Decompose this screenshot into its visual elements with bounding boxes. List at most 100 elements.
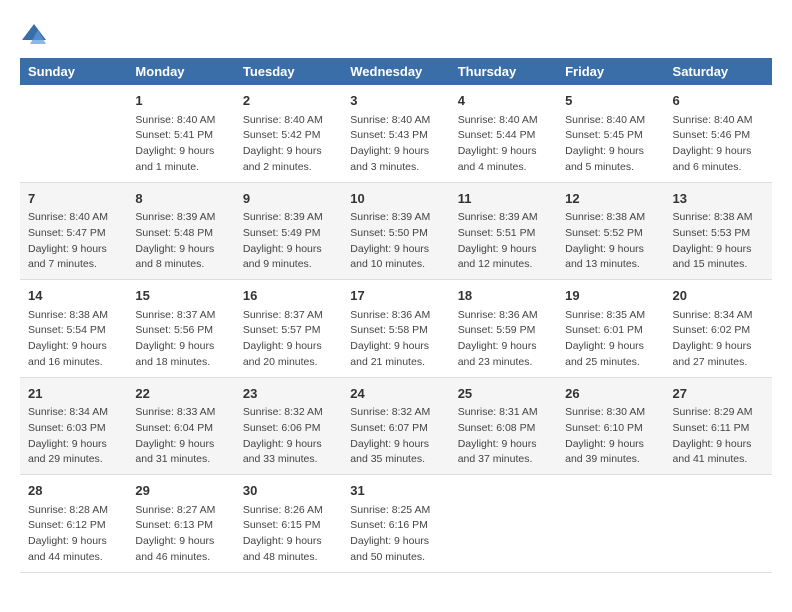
calendar-cell: 9Sunrise: 8:39 AM Sunset: 5:49 PM Daylig… (235, 182, 342, 280)
calendar-cell: 30Sunrise: 8:26 AM Sunset: 6:15 PM Dayli… (235, 475, 342, 573)
day-header-tuesday: Tuesday (235, 58, 342, 85)
calendar-cell: 28Sunrise: 8:28 AM Sunset: 6:12 PM Dayli… (20, 475, 127, 573)
calendar-cell: 11Sunrise: 8:39 AM Sunset: 5:51 PM Dayli… (450, 182, 557, 280)
cell-info: Sunrise: 8:39 AM Sunset: 5:49 PM Dayligh… (243, 210, 334, 273)
calendar-cell: 13Sunrise: 8:38 AM Sunset: 5:53 PM Dayli… (665, 182, 772, 280)
calendar-cell: 25Sunrise: 8:31 AM Sunset: 6:08 PM Dayli… (450, 377, 557, 475)
calendar-cell: 21Sunrise: 8:34 AM Sunset: 6:03 PM Dayli… (20, 377, 127, 475)
cell-info: Sunrise: 8:34 AM Sunset: 6:03 PM Dayligh… (28, 405, 119, 468)
calendar-header-row: SundayMondayTuesdayWednesdayThursdayFrid… (20, 58, 772, 85)
day-number: 4 (458, 91, 549, 111)
day-number: 6 (673, 91, 764, 111)
calendar-cell: 19Sunrise: 8:35 AM Sunset: 6:01 PM Dayli… (557, 280, 664, 378)
calendar-cell: 3Sunrise: 8:40 AM Sunset: 5:43 PM Daylig… (342, 85, 449, 182)
cell-info: Sunrise: 8:39 AM Sunset: 5:50 PM Dayligh… (350, 210, 441, 273)
day-number: 17 (350, 286, 441, 306)
calendar-cell (20, 85, 127, 182)
day-header-monday: Monday (127, 58, 234, 85)
calendar-cell: 22Sunrise: 8:33 AM Sunset: 6:04 PM Dayli… (127, 377, 234, 475)
day-number: 28 (28, 481, 119, 501)
week-row-4: 21Sunrise: 8:34 AM Sunset: 6:03 PM Dayli… (20, 377, 772, 475)
day-number: 30 (243, 481, 334, 501)
day-number: 18 (458, 286, 549, 306)
calendar-cell: 4Sunrise: 8:40 AM Sunset: 5:44 PM Daylig… (450, 85, 557, 182)
cell-info: Sunrise: 8:32 AM Sunset: 6:06 PM Dayligh… (243, 405, 334, 468)
cell-info: Sunrise: 8:39 AM Sunset: 5:48 PM Dayligh… (135, 210, 226, 273)
page-header (20, 20, 772, 48)
cell-info: Sunrise: 8:38 AM Sunset: 5:53 PM Dayligh… (673, 210, 764, 273)
cell-info: Sunrise: 8:37 AM Sunset: 5:56 PM Dayligh… (135, 308, 226, 371)
day-number: 20 (673, 286, 764, 306)
cell-info: Sunrise: 8:36 AM Sunset: 5:59 PM Dayligh… (458, 308, 549, 371)
calendar-cell: 15Sunrise: 8:37 AM Sunset: 5:56 PM Dayli… (127, 280, 234, 378)
day-number: 7 (28, 189, 119, 209)
cell-info: Sunrise: 8:36 AM Sunset: 5:58 PM Dayligh… (350, 308, 441, 371)
calendar-cell: 7Sunrise: 8:40 AM Sunset: 5:47 PM Daylig… (20, 182, 127, 280)
day-number: 15 (135, 286, 226, 306)
cell-info: Sunrise: 8:38 AM Sunset: 5:54 PM Dayligh… (28, 308, 119, 371)
logo (20, 20, 52, 48)
day-number: 25 (458, 384, 549, 404)
calendar-cell: 18Sunrise: 8:36 AM Sunset: 5:59 PM Dayli… (450, 280, 557, 378)
calendar-cell: 26Sunrise: 8:30 AM Sunset: 6:10 PM Dayli… (557, 377, 664, 475)
calendar-cell: 14Sunrise: 8:38 AM Sunset: 5:54 PM Dayli… (20, 280, 127, 378)
day-number: 2 (243, 91, 334, 111)
cell-info: Sunrise: 8:40 AM Sunset: 5:45 PM Dayligh… (565, 113, 656, 176)
week-row-1: 1Sunrise: 8:40 AM Sunset: 5:41 PM Daylig… (20, 85, 772, 182)
day-number: 5 (565, 91, 656, 111)
logo-icon (20, 20, 48, 48)
day-number: 13 (673, 189, 764, 209)
calendar-cell: 12Sunrise: 8:38 AM Sunset: 5:52 PM Dayli… (557, 182, 664, 280)
calendar-cell: 2Sunrise: 8:40 AM Sunset: 5:42 PM Daylig… (235, 85, 342, 182)
cell-info: Sunrise: 8:40 AM Sunset: 5:46 PM Dayligh… (673, 113, 764, 176)
day-number: 23 (243, 384, 334, 404)
calendar-cell: 16Sunrise: 8:37 AM Sunset: 5:57 PM Dayli… (235, 280, 342, 378)
cell-info: Sunrise: 8:40 AM Sunset: 5:44 PM Dayligh… (458, 113, 549, 176)
week-row-2: 7Sunrise: 8:40 AM Sunset: 5:47 PM Daylig… (20, 182, 772, 280)
calendar-cell: 1Sunrise: 8:40 AM Sunset: 5:41 PM Daylig… (127, 85, 234, 182)
cell-info: Sunrise: 8:38 AM Sunset: 5:52 PM Dayligh… (565, 210, 656, 273)
day-number: 14 (28, 286, 119, 306)
day-number: 24 (350, 384, 441, 404)
day-number: 21 (28, 384, 119, 404)
day-number: 11 (458, 189, 549, 209)
cell-info: Sunrise: 8:34 AM Sunset: 6:02 PM Dayligh… (673, 308, 764, 371)
day-number: 27 (673, 384, 764, 404)
cell-info: Sunrise: 8:39 AM Sunset: 5:51 PM Dayligh… (458, 210, 549, 273)
cell-info: Sunrise: 8:28 AM Sunset: 6:12 PM Dayligh… (28, 503, 119, 566)
day-number: 22 (135, 384, 226, 404)
day-number: 16 (243, 286, 334, 306)
day-header-saturday: Saturday (665, 58, 772, 85)
cell-info: Sunrise: 8:31 AM Sunset: 6:08 PM Dayligh… (458, 405, 549, 468)
day-number: 9 (243, 189, 334, 209)
calendar-cell: 31Sunrise: 8:25 AM Sunset: 6:16 PM Dayli… (342, 475, 449, 573)
cell-info: Sunrise: 8:37 AM Sunset: 5:57 PM Dayligh… (243, 308, 334, 371)
calendar-cell: 27Sunrise: 8:29 AM Sunset: 6:11 PM Dayli… (665, 377, 772, 475)
cell-info: Sunrise: 8:35 AM Sunset: 6:01 PM Dayligh… (565, 308, 656, 371)
cell-info: Sunrise: 8:40 AM Sunset: 5:41 PM Dayligh… (135, 113, 226, 176)
day-number: 19 (565, 286, 656, 306)
cell-info: Sunrise: 8:25 AM Sunset: 6:16 PM Dayligh… (350, 503, 441, 566)
day-header-wednesday: Wednesday (342, 58, 449, 85)
calendar-cell: 17Sunrise: 8:36 AM Sunset: 5:58 PM Dayli… (342, 280, 449, 378)
calendar-cell: 24Sunrise: 8:32 AM Sunset: 6:07 PM Dayli… (342, 377, 449, 475)
calendar-table: SundayMondayTuesdayWednesdayThursdayFrid… (20, 58, 772, 573)
day-number: 26 (565, 384, 656, 404)
calendar-cell: 6Sunrise: 8:40 AM Sunset: 5:46 PM Daylig… (665, 85, 772, 182)
day-header-friday: Friday (557, 58, 664, 85)
calendar-cell: 23Sunrise: 8:32 AM Sunset: 6:06 PM Dayli… (235, 377, 342, 475)
day-number: 3 (350, 91, 441, 111)
calendar-cell (665, 475, 772, 573)
calendar-cell (450, 475, 557, 573)
calendar-cell (557, 475, 664, 573)
cell-info: Sunrise: 8:40 AM Sunset: 5:42 PM Dayligh… (243, 113, 334, 176)
day-number: 8 (135, 189, 226, 209)
cell-info: Sunrise: 8:40 AM Sunset: 5:47 PM Dayligh… (28, 210, 119, 273)
day-number: 29 (135, 481, 226, 501)
day-number: 1 (135, 91, 226, 111)
calendar-cell: 5Sunrise: 8:40 AM Sunset: 5:45 PM Daylig… (557, 85, 664, 182)
day-header-sunday: Sunday (20, 58, 127, 85)
week-row-5: 28Sunrise: 8:28 AM Sunset: 6:12 PM Dayli… (20, 475, 772, 573)
calendar-cell: 10Sunrise: 8:39 AM Sunset: 5:50 PM Dayli… (342, 182, 449, 280)
calendar-cell: 8Sunrise: 8:39 AM Sunset: 5:48 PM Daylig… (127, 182, 234, 280)
